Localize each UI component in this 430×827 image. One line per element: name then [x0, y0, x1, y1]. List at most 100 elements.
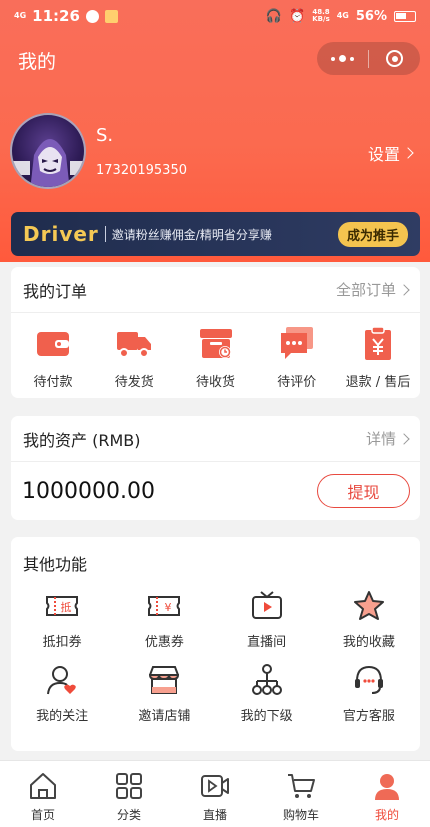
- network-indicator: 4G: [14, 11, 27, 20]
- headphone-icon: 🎧: [265, 8, 283, 24]
- function-label: 优惠券: [144, 635, 184, 650]
- assets-detail-label: 详情: [365, 430, 396, 448]
- deduction-ticket-entry[interactable]: 抵 抵扣券: [11, 589, 113, 657]
- page-title: 我的: [18, 51, 57, 73]
- bottom-tab-bar: 首页 分类 直播 购物车 我的: [0, 760, 430, 827]
- settings-label: 设置: [368, 145, 401, 164]
- order-status-label: 待付款: [33, 375, 73, 390]
- invite-store-entry[interactable]: 邀请店铺: [113, 663, 215, 731]
- function-label: 直播间: [247, 635, 287, 650]
- withdraw-button[interactable]: 提现: [317, 474, 410, 508]
- tv-icon: [251, 591, 282, 619]
- orders-card-header: 我的订单 全部订单: [11, 267, 420, 313]
- user-name: S.: [96, 125, 114, 146]
- function-label: 我的下级: [240, 709, 293, 724]
- deduction-ticket-icon: 抵: [46, 596, 79, 616]
- store-icon: [149, 666, 180, 694]
- more-menu-button[interactable]: [317, 42, 368, 75]
- truck-icon: [117, 332, 152, 358]
- network-speed: 48.8 KB/s: [312, 8, 330, 23]
- coupon-icon: ¥: [148, 596, 181, 616]
- grid-icon: [116, 773, 142, 799]
- orders-title: 我的订单: [23, 281, 88, 301]
- tab-home[interactable]: 首页: [0, 761, 86, 827]
- function-label: 邀请店铺: [138, 709, 191, 724]
- tab-live[interactable]: 直播: [172, 761, 258, 827]
- order-pending-review[interactable]: 待评价: [257, 325, 337, 390]
- function-label: 官方客服: [342, 709, 395, 724]
- tab-label: 首页: [30, 808, 55, 822]
- orders-card: 我的订单 全部订单 待付款 待发货 待收货 待评价 退款 / 售后: [11, 267, 420, 398]
- status-bar: 4G 11:26 🎧 ⏰ 48.8 KB/s 4G 56%: [0, 0, 430, 32]
- assets-card: 我的资产 (RMB) 详情 1000000.00 提现: [11, 416, 420, 520]
- order-status-label: 待收货: [195, 375, 235, 390]
- order-status-label: 待评价: [277, 375, 317, 390]
- assets-detail-link[interactable]: 详情: [365, 428, 410, 449]
- comment-icon: [280, 327, 313, 359]
- function-label: 抵扣券: [42, 635, 82, 650]
- order-status-list: 待付款 待发货 待收货 待评价 退款 / 售后: [11, 313, 420, 390]
- svg-text:¥: ¥: [165, 601, 172, 614]
- order-pending-shipment[interactable]: 待发货: [94, 325, 174, 390]
- chevron-right-icon: [402, 147, 414, 159]
- customer-service-entry[interactable]: 官方客服: [318, 663, 420, 731]
- tab-category[interactable]: 分类: [86, 761, 172, 827]
- following-entry[interactable]: 我的关注: [11, 663, 113, 731]
- headset-icon: [354, 665, 383, 694]
- live-room-entry[interactable]: 直播间: [216, 589, 318, 657]
- box-icon: [199, 329, 232, 358]
- tab-cart[interactable]: 购物车: [258, 761, 344, 827]
- coupon-entry[interactable]: ¥ 优惠券: [113, 589, 215, 657]
- home-icon: [30, 773, 56, 799]
- function-label: 我的收藏: [342, 635, 395, 650]
- user-heart-icon: [47, 666, 76, 695]
- chevron-right-icon: [398, 432, 410, 445]
- subordinates-entry[interactable]: 我的下级: [216, 663, 318, 731]
- tab-label: 分类: [116, 808, 141, 822]
- svg-text:抵: 抵: [61, 600, 72, 614]
- order-pending-receipt[interactable]: 待收货: [176, 325, 256, 390]
- dot-icon: [339, 55, 346, 62]
- banner-divider: [104, 226, 106, 242]
- banner-text: 邀请粉丝赚佣金/精明省分享赚: [111, 227, 272, 242]
- message-icon: [85, 9, 99, 23]
- order-pending-payment[interactable]: 待付款: [13, 325, 93, 390]
- cart-icon: [288, 774, 315, 798]
- avatar[interactable]: [10, 113, 86, 189]
- wallet-icon: [37, 332, 69, 356]
- dot-icon: [331, 56, 335, 61]
- hierarchy-icon: [251, 664, 282, 695]
- all-orders-link[interactable]: 全部订单: [335, 279, 410, 300]
- video-icon: [201, 775, 229, 797]
- refund-icon: [365, 326, 391, 360]
- alarm-icon: ⏰: [289, 8, 306, 24]
- network-indicator-right: 4G: [336, 11, 349, 20]
- chevron-right-icon: [398, 283, 410, 296]
- function-label: 我的关注: [36, 709, 89, 724]
- tab-label: 我的: [374, 808, 399, 822]
- tab-label: 直播: [202, 808, 227, 822]
- battery-icon: [394, 10, 416, 22]
- asset-balance: 1000000.00: [22, 478, 155, 504]
- order-status-label: 退款 / 售后: [345, 375, 411, 390]
- promoter-banner[interactable]: Driver 邀请粉丝赚佣金/精明省分享赚 成为推手: [11, 212, 420, 256]
- close-mini-program-button[interactable]: [369, 42, 420, 75]
- tab-mine[interactable]: 我的: [344, 761, 430, 827]
- settings-link[interactable]: 设置: [368, 141, 414, 165]
- assets-title: 我的资产 (RMB): [23, 430, 141, 450]
- dot-icon: [350, 56, 354, 61]
- tab-label: 购物车: [282, 808, 319, 822]
- order-refund-aftersale[interactable]: 退款 / 售后: [338, 325, 418, 390]
- become-promoter-button[interactable]: 成为推手: [337, 221, 408, 247]
- functions-grid: 抵 抵扣券 ¥ 优惠券 直播间 我的收藏 我的关注 邀请店铺 我的下级 官方客服: [11, 581, 420, 731]
- assets-card-header: 我的资产 (RMB) 详情: [11, 416, 420, 462]
- mini-program-capsule: [317, 42, 420, 75]
- user-icon: [375, 774, 399, 800]
- battery-percent: 56%: [355, 8, 387, 24]
- brand-logo: Driver: [23, 222, 99, 246]
- asset-balance-row: 1000000.00 提现: [11, 462, 420, 520]
- favorites-entry[interactable]: 我的收藏: [318, 589, 420, 657]
- all-orders-label: 全部订单: [335, 281, 396, 299]
- user-phone: 17320195350: [96, 163, 187, 178]
- target-icon: [386, 50, 403, 67]
